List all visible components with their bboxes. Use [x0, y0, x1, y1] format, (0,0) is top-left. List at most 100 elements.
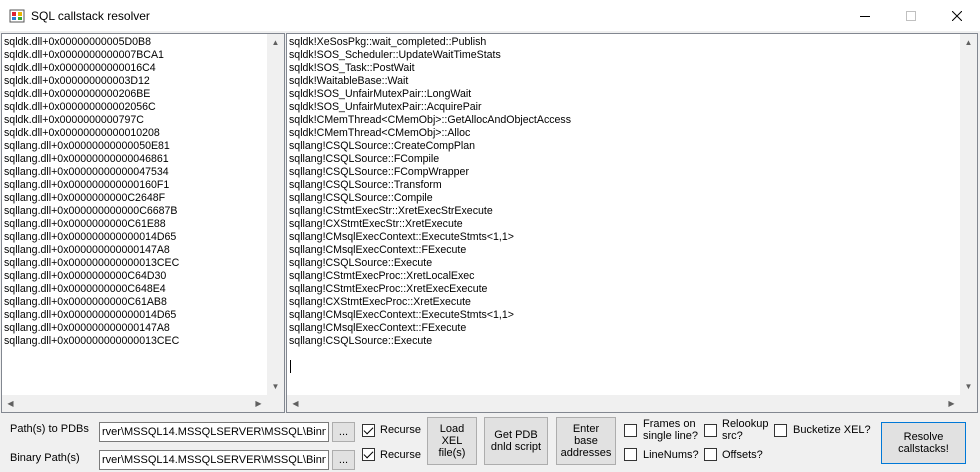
address-line: sqldk.dll+0x0000000000797C: [4, 114, 144, 126]
minimize-button[interactable]: [842, 0, 888, 31]
address-line: sqllang.dll+0x000000000000C6687B: [4, 205, 178, 217]
binary-recurse-checkbox[interactable]: [362, 448, 375, 461]
binary-path-label: Binary Path(s): [10, 452, 80, 464]
address-line: sqllang.dll+0x00000000000046861: [4, 153, 169, 165]
symbol-line: sqldk!SOS_UnfairMutexPair::LongWait: [289, 88, 472, 100]
relookup-src-label: Relookup src?: [722, 418, 769, 442]
symbol-line: sqllang!CStmtExecStr::XretExecStrExecute: [289, 205, 493, 217]
relookup-src-checkbox[interactable]: [704, 424, 717, 437]
bucketize-xel-label: Bucketize XEL?: [793, 424, 871, 436]
symbol-line: sqldk!SOS_UnfairMutexPair::AcquirePair: [289, 101, 482, 113]
binary-path-input[interactable]: [99, 450, 329, 470]
binary-recurse-label: Recurse: [380, 449, 421, 461]
get-pdb-download-script-button[interactable]: Get PDB dnld script: [484, 417, 548, 465]
address-line: sqllang.dll+0x0000000000C61E88: [4, 218, 166, 230]
symbol-line: sqldk!SOS_Scheduler::UpdateWaitTimeStats: [289, 49, 501, 61]
address-line: sqldk.dll+0x0000000000007BCA1: [4, 49, 164, 61]
symbol-line: sqldk!XeSosPkg::wait_completed::Publish: [289, 36, 487, 48]
addresses-horizontal-scrollbar[interactable]: ◀ ▶: [2, 395, 267, 412]
text-caret: [290, 360, 291, 373]
maximize-button[interactable]: [888, 0, 934, 31]
scroll-left-icon[interactable]: ◀: [2, 395, 19, 412]
symbol-line: sqllang!CSQLSource::FCompile: [289, 153, 440, 165]
bucketize-xel-checkbox[interactable]: [774, 424, 787, 437]
app-icon: [9, 9, 25, 23]
scroll-up-icon[interactable]: ▲: [267, 34, 284, 51]
symbol-line: sqllang!CSQLSource::FCompWrapper: [289, 166, 469, 178]
addresses-vertical-scrollbar[interactable]: ▲ ▼: [267, 34, 284, 395]
address-line: sqllang.dll+0x00000000000047534: [4, 166, 169, 178]
symbol-line: sqllang!CSQLSource::CreateCompPlan: [289, 140, 476, 152]
symbols-list: sqldk!XeSosPkg::wait_completed::Publish s…: [289, 36, 571, 348]
linenums-checkbox[interactable]: [624, 448, 637, 461]
binary-browse-button[interactable]: ...: [332, 450, 355, 470]
symbol-line: sqllang!CSQLSource::Compile: [289, 192, 433, 204]
symbol-line: sqllang!CMsqlExecContext::ExecuteStmts<1…: [289, 231, 514, 243]
offsets-label: Offsets?: [722, 449, 763, 461]
address-line: sqllang.dll+0x000000000000013CEC: [4, 257, 180, 269]
maximize-icon: [906, 10, 916, 21]
close-button[interactable]: [934, 0, 980, 31]
title-bar: SQL callstack resolver: [0, 0, 980, 31]
scroll-corner: [267, 395, 284, 412]
offsets-checkbox[interactable]: [704, 448, 717, 461]
scroll-down-icon[interactable]: ▼: [267, 378, 284, 395]
symbol-line: sqldk!SOS_Task::PostWait: [289, 62, 415, 74]
symbols-vertical-scrollbar[interactable]: ▲ ▼: [960, 34, 977, 395]
symbol-line: sqllang!CXStmtExecProc::XretExecute: [289, 296, 471, 308]
address-line: sqllang.dll+0x00000000000050E81: [4, 140, 170, 152]
address-line: sqldk.dll+0x00000000000010208: [4, 127, 160, 139]
scroll-up-icon[interactable]: ▲: [960, 34, 977, 51]
scroll-right-icon[interactable]: ▶: [943, 395, 960, 412]
resolve-callstacks-button[interactable]: Resolve callstacks!: [881, 422, 966, 464]
address-line: sqllang.dll+0x000000000000014D65: [4, 231, 177, 243]
symbol-line: sqldk!WaitableBase::Wait: [289, 75, 409, 87]
symbol-line: sqllang!CSQLSource::Execute: [289, 335, 433, 347]
address-line: sqldk.dll+0x000000000002056C: [4, 101, 156, 113]
minimize-icon: [860, 15, 870, 17]
address-line: sqldk.dll+0x00000000000016C4: [4, 62, 156, 74]
address-line: sqldk.dll+0x00000000005D0B8: [4, 36, 151, 48]
address-line: sqllang.dll+0x000000000000160F1: [4, 179, 170, 191]
address-line: sqllang.dll+0x0000000000C61AB8: [4, 296, 167, 308]
symbol-line: sqllang!CMsqlExecContext::FExecute: [289, 244, 467, 256]
pdb-path-input[interactable]: [99, 422, 329, 442]
address-line: sqllang.dll+0x000000000000147A8: [4, 322, 170, 334]
address-line: sqllang.dll+0x000000000000147A8: [4, 244, 170, 256]
scroll-left-icon[interactable]: ◀: [287, 395, 304, 412]
address-line: sqllang.dll+0x0000000000C648E4: [4, 283, 166, 295]
frames-single-line-checkbox[interactable]: [624, 424, 637, 437]
addresses-list: sqldk.dll+0x00000000005D0B8 sqldk.dll+0x0…: [4, 36, 179, 348]
resolved-callstack-textbox[interactable]: sqldk!XeSosPkg::wait_completed::Publish s…: [286, 33, 978, 413]
address-line: sqldk.dll+0x000000000003D12: [4, 75, 150, 87]
window-title: SQL callstack resolver: [31, 9, 150, 23]
symbols-horizontal-scrollbar[interactable]: ◀ ▶: [287, 395, 960, 412]
scroll-right-icon[interactable]: ▶: [250, 395, 267, 412]
symbol-line: sqllang!CMsqlExecContext::ExecuteStmts<1…: [289, 309, 514, 321]
address-line: sqllang.dll+0x0000000000C2648F: [4, 192, 166, 204]
pdb-recurse-label: Recurse: [380, 424, 421, 436]
symbol-line: sqllang!CStmtExecProc::XretExecExecute: [289, 283, 488, 295]
pdb-browse-button[interactable]: ...: [332, 422, 355, 442]
scroll-down-icon[interactable]: ▼: [960, 378, 977, 395]
address-line: sqllang.dll+0x000000000000013CEC: [4, 335, 180, 347]
pdb-recurse-checkbox[interactable]: [362, 424, 375, 437]
linenums-label: LineNums?: [643, 449, 699, 461]
scroll-corner: [960, 395, 977, 412]
address-line: sqldk.dll+0x0000000000206BE: [4, 88, 151, 100]
address-line: sqllang.dll+0x000000000000014D65: [4, 309, 177, 321]
symbol-line: sqllang!CStmtExecProc::XretLocalExec: [289, 270, 475, 282]
symbol-line: sqldk!CMemThread<CMemObj>::Alloc: [289, 127, 471, 139]
symbol-line: sqllang!CSQLSource::Transform: [289, 179, 442, 191]
symbol-line: sqllang!CSQLSource::Execute: [289, 257, 433, 269]
enter-base-addresses-button[interactable]: Enter base addresses: [556, 417, 616, 465]
pdb-path-label: Path(s) to PDBs: [10, 423, 89, 435]
symbol-line: sqllang!CXStmtExecStr::XretExecute: [289, 218, 463, 230]
close-icon: [952, 10, 962, 21]
frames-single-line-label: Frames on single line?: [643, 418, 699, 442]
address-line: sqllang.dll+0x0000000000C64D30: [4, 270, 167, 282]
load-xel-button[interactable]: Load XEL file(s): [427, 417, 477, 465]
symbol-line: sqllang!CMsqlExecContext::FExecute: [289, 322, 467, 334]
addresses-textbox[interactable]: sqldk.dll+0x00000000005D0B8 sqldk.dll+0x0…: [1, 33, 285, 413]
symbol-line: sqldk!CMemThread<CMemObj>::GetAllocAndOb…: [289, 114, 572, 126]
